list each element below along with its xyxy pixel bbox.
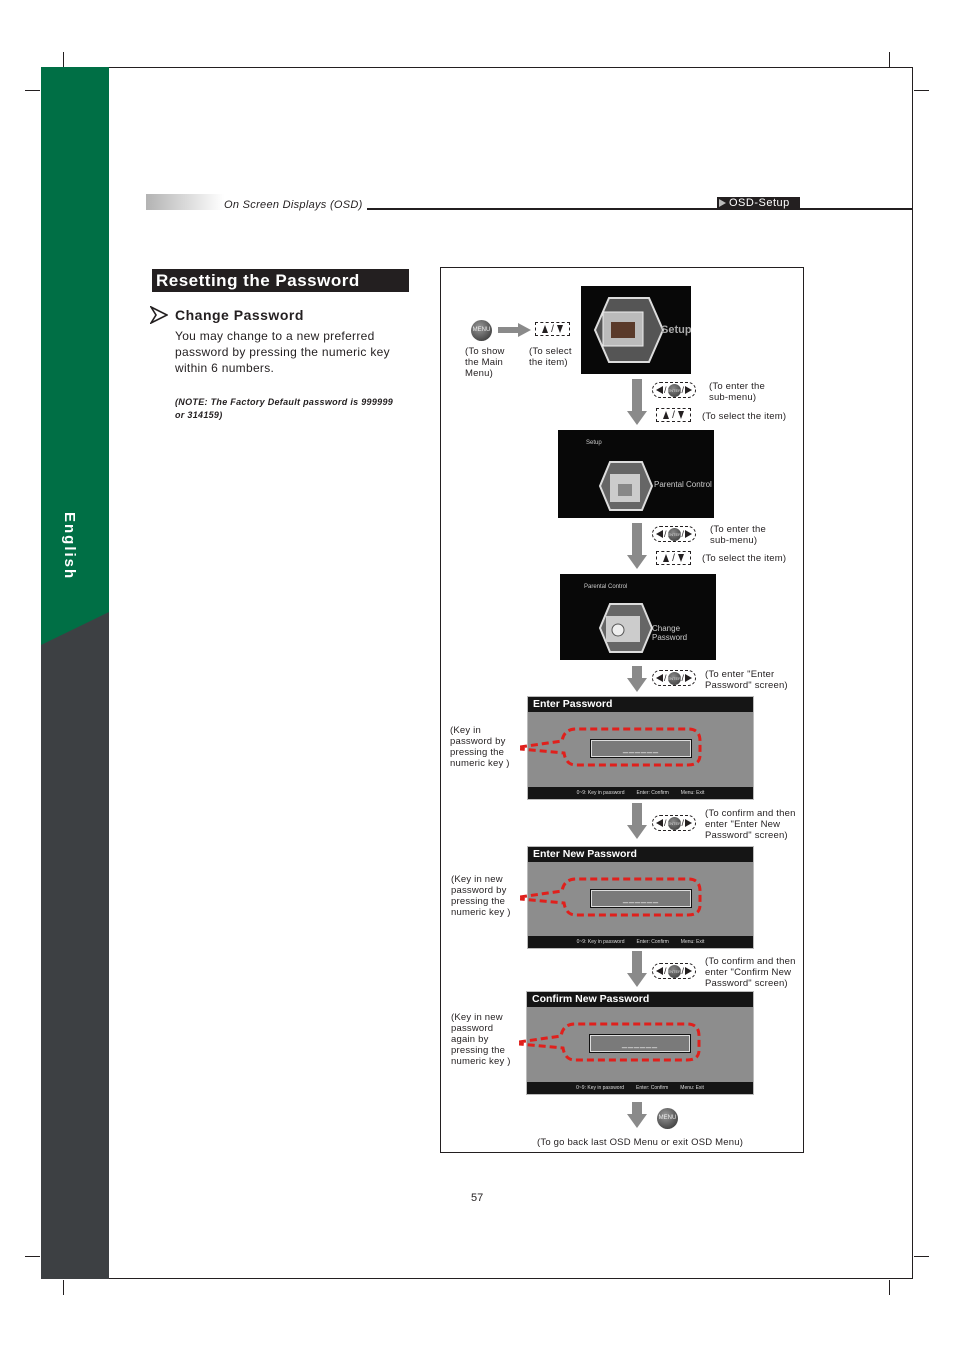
- parental-control-label: Parental Control: [654, 480, 712, 489]
- caption-select-item: (To select the item): [529, 346, 572, 368]
- callout-key-in-new-password: (Key in new password by pressing the num…: [451, 874, 511, 918]
- password-field[interactable]: ______: [590, 889, 692, 908]
- parent-menu-label: Parental Control: [584, 584, 628, 590]
- left-enter-right-keys-icon: / ENTER /: [652, 670, 696, 686]
- up-down-keys-icon: /: [535, 322, 570, 336]
- default-password-note: (NOTE: The Factory Default password is 9…: [175, 397, 394, 420]
- crop-mark: [889, 52, 890, 67]
- down-arrow-icon: [627, 523, 647, 569]
- caption-enter-password-screen: (To enter "Enter Password" screen): [705, 669, 788, 691]
- header-gradient: [146, 194, 224, 210]
- caption-show-main: (To show the Main Menu): [465, 346, 505, 379]
- change-password-screen: Parental Control Change Password: [560, 574, 716, 660]
- parent-menu-label: Setup: [586, 440, 602, 446]
- body-text: You may change to a new preferred passwo…: [175, 329, 390, 375]
- subsection-title: Change Password: [175, 307, 304, 323]
- password-field[interactable]: ______: [589, 1034, 691, 1053]
- caption-confirm-new: (To confirm and then enter "Enter New Pa…: [705, 808, 796, 841]
- menu-key-icon: MENU: [471, 320, 492, 341]
- up-down-keys-icon: /: [656, 408, 691, 422]
- down-arrow-icon: [627, 951, 647, 989]
- screen-footer: 0~9: Key in password Enter: Confirm Menu: …: [528, 936, 753, 948]
- left-enter-right-keys-icon: / ENTER /: [652, 963, 696, 979]
- enter-password-screen: Enter Password ______ 0~9: Key in passwo…: [520, 696, 754, 800]
- crop-mark: [914, 1256, 929, 1257]
- header-tag: OSD-Setup: [717, 197, 800, 209]
- caption-exit: (To go back last OSD Menu or exit OSD Me…: [537, 1137, 744, 1148]
- screen-title: Enter Password: [528, 697, 753, 712]
- crop-mark: [63, 1280, 64, 1295]
- header-rule: [367, 208, 913, 210]
- section-title: Resetting the Password: [152, 269, 409, 292]
- screen-title: Enter New Password: [528, 847, 753, 862]
- crop-mark: [889, 1280, 890, 1295]
- caption-select-item: (To select the item): [702, 553, 787, 564]
- down-arrow-icon: [627, 803, 647, 841]
- callout-key-in-password: (Key in password by pressing the numeric…: [450, 725, 510, 769]
- setup-label: Setup: [661, 324, 691, 336]
- right-arrow-icon: [498, 323, 531, 337]
- left-enter-right-keys-icon: / ENTER /: [652, 382, 696, 398]
- screen-footer: 0~9: Key in password Enter: Confirm Menu: …: [528, 787, 753, 799]
- caption-confirm-confirm: (To confirm and then enter "Confirm New …: [705, 956, 796, 989]
- pointer-arrow-icon: [150, 306, 168, 324]
- change-password-label: Change Password: [652, 624, 688, 642]
- left-enter-right-keys-icon: / ENTER /: [652, 815, 696, 831]
- crop-mark: [63, 52, 64, 67]
- menu-key-icon: MENU: [657, 1108, 678, 1129]
- caption-select-item: (To select the item): [702, 411, 787, 422]
- enter-new-password-screen: Enter New Password ______ 0~9: Key in pa…: [520, 846, 754, 949]
- down-arrow-icon: [627, 1102, 647, 1129]
- language-sidebar: English: [41, 67, 109, 1279]
- parental-control-screen: Setup Parental Control: [558, 430, 714, 518]
- left-enter-right-keys-icon: / ENTER /: [652, 526, 696, 542]
- page-number: 57: [471, 1192, 484, 1204]
- up-down-keys-icon: /: [656, 551, 691, 565]
- down-arrow-icon: [627, 666, 647, 693]
- crop-mark: [25, 1256, 40, 1257]
- setup-menu-screen: Setup: [581, 286, 691, 374]
- crop-mark: [914, 90, 929, 91]
- password-field[interactable]: ______: [590, 739, 692, 758]
- crop-mark: [25, 90, 40, 91]
- key-cube-icon: [598, 603, 654, 653]
- down-arrow-icon: [627, 379, 647, 425]
- callout-key-in-new-password-again: (Key in new password again by pressing t…: [451, 1012, 511, 1067]
- confirm-new-password-screen: Confirm New Password ______ 0~9: Key in …: [519, 991, 754, 1095]
- lock-cube-icon: [598, 461, 654, 511]
- header-section: On Screen Displays (OSD): [224, 199, 363, 211]
- setup-cube-icon: [593, 297, 665, 363]
- caption-enter-sub: (To enter the sub-menu): [710, 524, 766, 546]
- screen-title: Confirm New Password: [527, 992, 753, 1007]
- caption-enter-sub: (To enter the sub-menu): [709, 381, 765, 403]
- screen-footer: 0~9: Key in password Enter: Confirm Menu: …: [527, 1082, 753, 1094]
- procedure-diagram: MENU / (To show the Main Menu) (To selec…: [440, 267, 804, 1153]
- language-label: English: [61, 512, 78, 581]
